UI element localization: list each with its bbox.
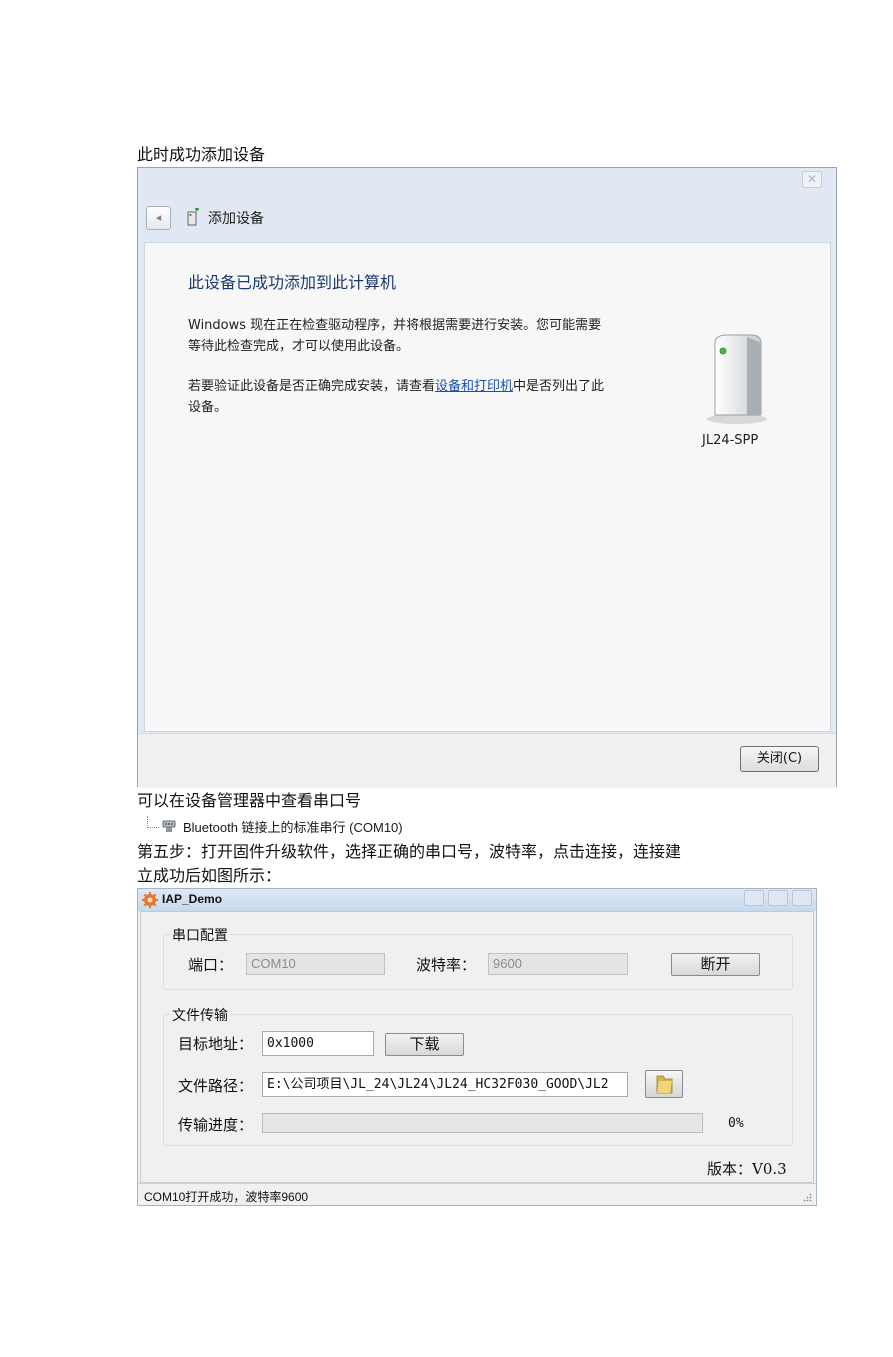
transfer-progress-bar: [262, 1113, 703, 1133]
browse-button[interactable]: [645, 1070, 683, 1098]
port-label: 端口：: [188, 956, 234, 974]
window-close-icon[interactable]: ✕: [802, 171, 822, 188]
window-close-button[interactable]: [792, 890, 812, 906]
doc-line-devmgr: 可以在设备管理器中查看串口号: [137, 791, 362, 810]
port-select[interactable]: COM10: [246, 953, 385, 975]
status-bar: COM10打开成功，波特率9600: [138, 1183, 816, 1205]
serial-config-title: 串口配置: [170, 925, 230, 945]
resize-grip-icon[interactable]: [802, 1192, 812, 1202]
address-label: 目标地址：: [178, 1035, 254, 1053]
address-input[interactable]: 0x1000: [262, 1031, 374, 1056]
success-heading: 此设备已成功添加到此计算机: [188, 273, 397, 292]
baud-select[interactable]: 9600: [488, 953, 628, 975]
file-transfer-title: 文件传输: [170, 1005, 230, 1025]
iap-demo-window: IAP_Demo 串口配置 端口： COM10 波特率： 9600 断开 文件传…: [137, 888, 817, 1206]
minimize-button[interactable]: [744, 890, 764, 906]
file-path-input[interactable]: E:\公司项目\JL_24\JL24\JL24_HC32F030_GOOD\JL…: [262, 1072, 628, 1097]
device-name: JL24-SPP: [702, 433, 759, 448]
doc-line-success: 此时成功添加设备: [137, 145, 266, 164]
iap-title: IAP_Demo: [162, 892, 223, 906]
iap-content: 串口配置 端口： COM10 波特率： 9600 断开 文件传输 目标地址： 0…: [140, 911, 814, 1183]
driver-check-text: Windows 现在正在检查驱动程序，并将根据需要进行安装。您可能需要等待此检查…: [188, 318, 602, 354]
disconnect-button[interactable]: 断开: [671, 953, 760, 976]
dialog-footer: 关闭(C): [138, 733, 836, 788]
iap-titlebar: IAP_Demo: [138, 889, 816, 911]
file-path-label: 文件路径：: [178, 1077, 254, 1095]
progress-percent: 0%: [728, 1116, 744, 1131]
dialog-header: ◂ 添加设备: [138, 196, 836, 242]
close-button[interactable]: 关闭(C): [740, 746, 819, 772]
file-transfer-group: 文件传输 目标地址： 0x1000 下载 文件路径： E:\公司项目\JL_24…: [163, 1005, 793, 1146]
maximize-button[interactable]: [768, 890, 788, 906]
serial-port-icon: [162, 820, 176, 832]
status-text: COM10打开成功，波特率9600: [144, 1190, 309, 1204]
add-device-dialog: ✕ ◂ 添加设备 此设备已成功添加到此计算机 Windows 现在正在检查驱动程…: [137, 167, 837, 788]
devices-printers-link[interactable]: 设备和打印机: [435, 379, 513, 394]
verify-install-text: 若要验证此设备是否正确完成安装，请查看设备和打印机中是否列出了此设备。: [188, 376, 608, 418]
doc-line-step5-cont: 立成功后如图所示：: [137, 866, 282, 885]
gear-app-icon: [142, 892, 158, 908]
version-text: 版本：V0.3: [707, 1160, 787, 1178]
tree-connector: [147, 816, 159, 828]
device-add-icon: [187, 208, 199, 226]
serial-config-group: 串口配置 端口： COM10 波特率： 9600 断开: [163, 925, 793, 990]
dialog-title: 添加设备: [208, 211, 264, 227]
download-button[interactable]: 下载: [385, 1033, 464, 1056]
dialog-body: 此设备已成功添加到此计算机 Windows 现在正在检查驱动程序，并将根据需要进…: [144, 242, 831, 732]
doc-line-step5: 第五步：打开固件升级软件，选择正确的串口号，波特率，点击连接，连接建: [137, 842, 682, 861]
back-arrow-icon[interactable]: ◂: [146, 206, 171, 230]
folder-icon: [656, 1075, 673, 1094]
com-port-label: Bluetooth 链接上的标准串行 (COM10): [183, 820, 403, 835]
dialog-titlebar: ✕: [138, 168, 836, 196]
baud-label: 波特率：: [416, 956, 477, 974]
tower-device-icon: [707, 334, 767, 424]
progress-label: 传输进度：: [178, 1116, 254, 1134]
verify-text-before: 若要验证此设备是否正确完成安装，请查看: [188, 379, 436, 394]
